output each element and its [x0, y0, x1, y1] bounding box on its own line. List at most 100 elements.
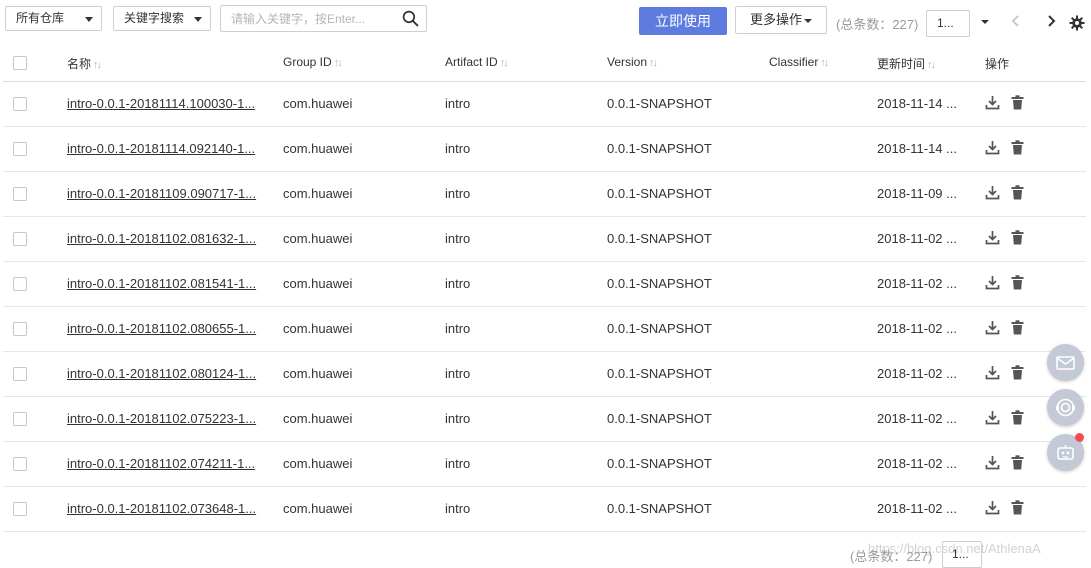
updated-time-cell: 2018-11-02 ... — [877, 321, 957, 336]
column-header-version[interactable]: Version ↑↓ — [607, 55, 658, 69]
column-header-artifact-id[interactable]: Artifact ID ↑↓ — [445, 55, 509, 69]
column-header-group-id[interactable]: Group ID ↑↓ — [283, 55, 343, 69]
page-size-caret-icon[interactable] — [981, 20, 989, 24]
artifact-name-link[interactable]: intro-0.0.1-20181114.100030-1... — [67, 96, 255, 111]
group-id-cell: com.huawei — [283, 141, 353, 156]
row-checkbox[interactable] — [13, 502, 27, 516]
version-cell: 0.0.1-SNAPSHOT — [607, 501, 712, 516]
group-id-cell: com.huawei — [283, 321, 353, 336]
artifact-id-cell: intro — [445, 276, 471, 291]
sort-icon[interactable]: ↑↓ — [820, 57, 829, 69]
artifact-id-cell: intro — [445, 231, 471, 246]
column-header-classifier[interactable]: Classifier ↑↓ — [769, 55, 829, 69]
updated-time-cell: 2018-11-09 ... — [877, 186, 957, 201]
trash-icon[interactable] — [1009, 499, 1026, 516]
mail-button[interactable] — [1047, 344, 1084, 381]
robot-icon — [1057, 445, 1074, 460]
trash-icon[interactable] — [1009, 454, 1026, 471]
trash-icon[interactable] — [1009, 139, 1026, 156]
page-size-select[interactable]: 1... — [926, 10, 970, 37]
row-checkbox[interactable] — [13, 97, 27, 111]
toolbar: 所有仓库 关键字搜索 立即使用 更多操作 (总条数：227) 1... — [0, 0, 1091, 42]
download-icon[interactable] — [984, 499, 1001, 516]
column-header-updated[interactable]: 更新时间 ↑↓ — [877, 55, 936, 72]
updated-time-cell: 2018-11-02 ... — [877, 366, 957, 381]
row-checkbox[interactable] — [13, 412, 27, 426]
artifact-name-link[interactable]: intro-0.0.1-20181102.080655-1... — [67, 321, 256, 336]
trash-icon[interactable] — [1009, 94, 1026, 111]
trash-icon[interactable] — [1009, 364, 1026, 381]
artifact-name-link[interactable]: intro-0.0.1-20181102.081632-1... — [67, 231, 256, 246]
chevron-right-icon[interactable] — [1045, 14, 1057, 28]
version-cell: 0.0.1-SNAPSHOT — [607, 321, 712, 336]
artifact-name-link[interactable]: intro-0.0.1-20181114.092140-1... — [67, 141, 255, 156]
sort-icon[interactable]: ↑↓ — [334, 57, 343, 69]
group-id-cell: com.huawei — [283, 366, 353, 381]
use-now-button[interactable]: 立即使用 — [639, 7, 727, 35]
row-checkbox[interactable] — [13, 322, 27, 336]
trash-icon[interactable] — [1009, 409, 1026, 426]
download-icon[interactable] — [984, 409, 1001, 426]
column-updated-label: 更新时间 — [877, 57, 926, 71]
download-icon[interactable] — [984, 454, 1001, 471]
row-checkbox[interactable] — [13, 457, 27, 471]
gear-icon[interactable] — [1069, 15, 1085, 31]
column-header-actions: 操作 — [985, 57, 1010, 71]
download-icon[interactable] — [984, 274, 1001, 291]
download-icon[interactable] — [984, 184, 1001, 201]
chevron-left-icon[interactable] — [1010, 14, 1022, 28]
table-row: intro-0.0.1-20181102.080124-1... com.huaw… — [3, 352, 1086, 397]
repository-select[interactable]: 所有仓库 — [5, 6, 102, 31]
page-size-select-bottom[interactable]: 1... — [942, 541, 982, 568]
table-row: intro-0.0.1-20181102.075223-1... com.huaw… — [3, 397, 1086, 442]
artifact-name-link[interactable]: intro-0.0.1-20181102.075223-1... — [67, 411, 256, 426]
artifact-name-link[interactable]: intro-0.0.1-20181102.080124-1... — [67, 366, 256, 381]
column-classifier-label: Classifier — [769, 55, 819, 69]
more-actions-label: 更多操作 — [750, 12, 803, 27]
artifact-id-cell: intro — [445, 96, 471, 111]
artifact-id-cell: intro — [445, 321, 471, 336]
group-id-cell: com.huawei — [283, 186, 353, 201]
row-checkbox[interactable] — [13, 232, 27, 246]
download-icon[interactable] — [984, 139, 1001, 156]
version-cell: 0.0.1-SNAPSHOT — [607, 231, 712, 246]
artifact-name-link[interactable]: intro-0.0.1-20181102.073648-1... — [67, 501, 256, 516]
search-input[interactable] — [221, 6, 396, 31]
select-all-checkbox[interactable] — [13, 56, 27, 70]
search-box — [220, 5, 427, 32]
more-actions-dropdown[interactable]: 更多操作 — [735, 6, 827, 34]
artifact-name-link[interactable]: intro-0.0.1-20181102.081541-1... — [67, 276, 256, 291]
sort-icon[interactable]: ↑↓ — [927, 59, 936, 71]
artifact-name-link[interactable]: intro-0.0.1-20181109.090717-1... — [67, 186, 256, 201]
sort-icon[interactable]: ↑↓ — [649, 57, 658, 69]
search-type-select-label: 关键字搜索 — [124, 11, 185, 25]
sort-icon[interactable]: ↑↓ — [500, 57, 509, 69]
table-row: intro-0.0.1-20181102.081541-1... com.huaw… — [3, 262, 1086, 307]
trash-icon[interactable] — [1009, 319, 1026, 336]
trash-icon[interactable] — [1009, 229, 1026, 246]
artifact-name-link[interactable]: intro-0.0.1-20181102.074211-1... — [67, 456, 255, 471]
version-cell: 0.0.1-SNAPSHOT — [607, 411, 712, 426]
row-checkbox[interactable] — [13, 367, 27, 381]
group-id-cell: com.huawei — [283, 96, 353, 111]
table-row: intro-0.0.1-20181114.092140-1... com.huaw… — [3, 127, 1086, 172]
updated-time-cell: 2018-11-02 ... — [877, 231, 957, 246]
row-checkbox[interactable] — [13, 142, 27, 156]
download-icon[interactable] — [984, 94, 1001, 111]
trash-icon[interactable] — [1009, 184, 1026, 201]
search-type-select[interactable]: 关键字搜索 — [113, 6, 211, 31]
download-icon[interactable] — [984, 229, 1001, 246]
search-icon[interactable] — [402, 10, 419, 27]
group-id-cell: com.huawei — [283, 456, 353, 471]
support-button[interactable] — [1047, 389, 1084, 426]
column-header-name[interactable]: 名称 ↑↓ — [67, 55, 102, 72]
row-checkbox[interactable] — [13, 187, 27, 201]
trash-icon[interactable] — [1009, 274, 1026, 291]
sort-icon[interactable]: ↑↓ — [93, 59, 102, 71]
row-checkbox[interactable] — [13, 277, 27, 291]
version-cell: 0.0.1-SNAPSHOT — [607, 96, 712, 111]
download-icon[interactable] — [984, 319, 1001, 336]
version-cell: 0.0.1-SNAPSHOT — [607, 456, 712, 471]
chevron-down-icon — [85, 17, 93, 22]
download-icon[interactable] — [984, 364, 1001, 381]
